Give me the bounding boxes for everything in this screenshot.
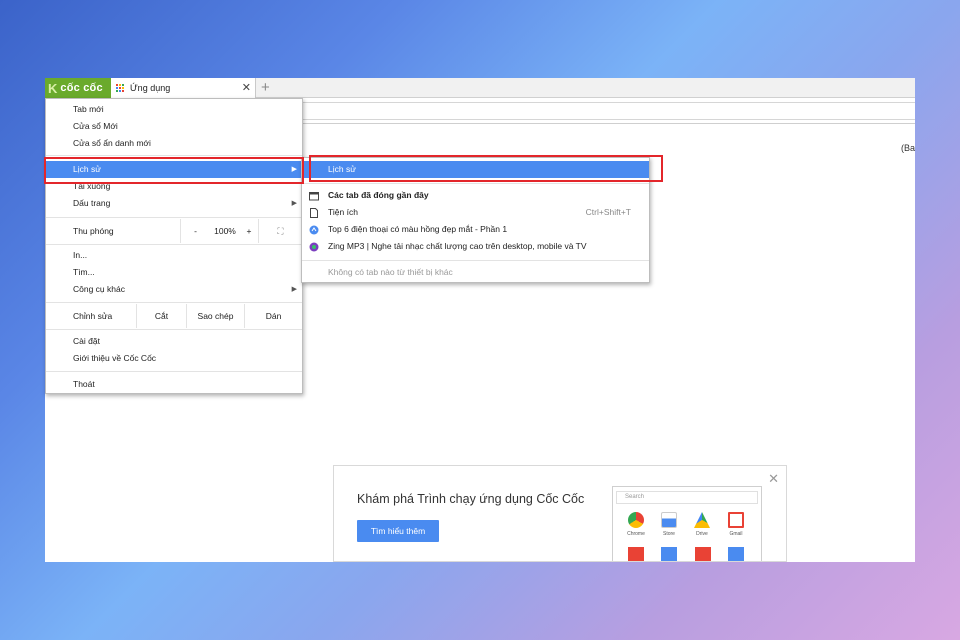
new-tab-button[interactable]: +	[261, 79, 270, 96]
menu-divider	[46, 371, 302, 372]
site-favicon-icon	[309, 225, 319, 235]
main-menu: Tab mới Cửa sổ Mới Cửa sổ ẩn danh mới Lị…	[45, 98, 303, 394]
close-icon[interactable]: ✕	[768, 471, 779, 487]
tab-close-icon[interactable]: ✕	[242, 81, 251, 94]
page-side-text: (Ba	[900, 143, 915, 153]
menu-item-find[interactable]: Tìm...	[46, 264, 302, 281]
app-tile	[661, 547, 677, 561]
menu-divider	[46, 302, 302, 303]
menu-item-exit[interactable]: Thoát	[46, 376, 302, 393]
highlight-box-submenu	[309, 155, 663, 182]
launcher-promo-card: Khám phá Trình chạy ứng dụng Cốc Cốc Tìm…	[333, 465, 787, 562]
app-drive: Drive	[687, 512, 717, 537]
page-icon	[310, 208, 318, 218]
tab-strip: K cốc cốc Ứng dụng ✕ +	[45, 78, 915, 98]
app-tile	[695, 547, 711, 561]
app-chrome: Chrome	[621, 512, 651, 537]
fullscreen-icon[interactable]: ⛶	[258, 219, 302, 243]
menu-item-bookmarks-label: Dấu trang	[73, 198, 111, 208]
submenu-no-devices: Không có tab nào từ thiết bị khác	[328, 267, 453, 277]
edit-label: Chỉnh sửa	[73, 311, 113, 321]
app-label: Chrome	[627, 531, 645, 537]
tab-apps[interactable]: Ứng dụng ✕	[111, 78, 256, 98]
app-tile	[728, 547, 744, 561]
menu-divider	[46, 217, 302, 218]
menu-item-new-window[interactable]: Cửa sổ Mới	[46, 118, 302, 135]
paste-button[interactable]: Dán	[244, 304, 302, 328]
gmail-icon	[728, 512, 744, 528]
learn-more-button[interactable]: Tìm hiểu thêm	[357, 520, 439, 542]
coccoc-logo[interactable]: K cốc cốc	[45, 78, 111, 98]
app-label: Gmail	[729, 531, 743, 537]
window-icon	[309, 192, 319, 201]
app-label: Store	[663, 531, 675, 537]
menu-item-about[interactable]: Giới thiệu về Cốc Cốc	[46, 350, 302, 367]
zoom-label: Thu phóng	[73, 226, 114, 236]
promo-title: Khám phá Trình chạy ứng dụng Cốc Cốc	[357, 492, 585, 506]
submenu-item-extensions[interactable]: Tiện ích Ctrl+Shift+T	[302, 204, 649, 221]
menu-item-settings[interactable]: Cài đặt	[46, 333, 302, 350]
zoom-in-button[interactable]: +	[240, 219, 258, 243]
store-icon	[661, 512, 677, 528]
chevron-right-icon: ▶	[291, 286, 297, 293]
chevron-right-icon: ▶	[291, 200, 297, 207]
brand-name: cốc cốc	[60, 82, 103, 94]
menu-divider	[46, 155, 302, 156]
launcher-preview: Search Chrome Store Drive Gmail	[612, 486, 762, 561]
submenu-item-history-entry[interactable]: Zing MP3 | Nghe tải nhạc chất lượng cao …	[302, 238, 649, 255]
highlight-box-menu	[44, 157, 304, 184]
history-entry-label: Zing MP3 | Nghe tải nhạc chất lượng cao …	[328, 241, 587, 251]
app-store: Store	[654, 512, 684, 537]
submenu-item-recent-tabs[interactable]: Các tab đã đóng gần đây	[302, 187, 649, 204]
apps-grid-icon	[116, 83, 125, 93]
coccoc-logo-mark: K	[48, 80, 58, 96]
app-label: Drive	[696, 531, 708, 537]
shortcut-label: Ctrl+Shift+T	[585, 207, 631, 217]
submenu-item-history-entry[interactable]: Top 6 điện thoại có màu hồng đẹp mắt - P…	[302, 221, 649, 238]
zing-mp3-icon	[309, 242, 319, 252]
address-bar[interactable]	[295, 102, 915, 120]
edit-row: Chỉnh sửa Cắt Sao chép Dán	[46, 304, 302, 328]
app-gmail: Gmail	[721, 512, 751, 537]
drive-icon	[694, 512, 710, 528]
launcher-search-input: Search	[616, 491, 758, 504]
submenu-item-extensions-label: Tiện ích	[328, 207, 358, 217]
zoom-out-button[interactable]: -	[180, 219, 210, 243]
cut-button[interactable]: Cắt	[136, 304, 186, 328]
chrome-icon	[628, 512, 644, 528]
menu-item-incognito[interactable]: Cửa sổ ẩn danh mới	[46, 135, 302, 152]
submenu-item-recent-tabs-label: Các tab đã đóng gần đây	[328, 190, 429, 200]
menu-divider	[302, 183, 649, 184]
app-tile	[628, 547, 644, 561]
tab-title: Ứng dụng	[130, 83, 171, 93]
menu-divider	[302, 260, 649, 261]
copy-button[interactable]: Sao chép	[186, 304, 244, 328]
menu-divider	[46, 329, 302, 330]
menu-divider	[46, 244, 302, 245]
zoom-row: Thu phóng - 100% + ⛶	[46, 219, 302, 243]
menu-item-more-tools[interactable]: Công cụ khác ▶	[46, 281, 302, 298]
history-entry-label: Top 6 điện thoại có màu hồng đẹp mắt - P…	[328, 224, 508, 234]
menu-item-new-tab[interactable]: Tab mới	[46, 101, 302, 118]
menu-item-print[interactable]: In...	[46, 247, 302, 264]
zoom-value: 100%	[214, 226, 236, 236]
menu-item-bookmarks[interactable]: Dấu trang ▶	[46, 195, 302, 212]
menu-item-more-tools-label: Công cụ khác	[73, 284, 125, 294]
